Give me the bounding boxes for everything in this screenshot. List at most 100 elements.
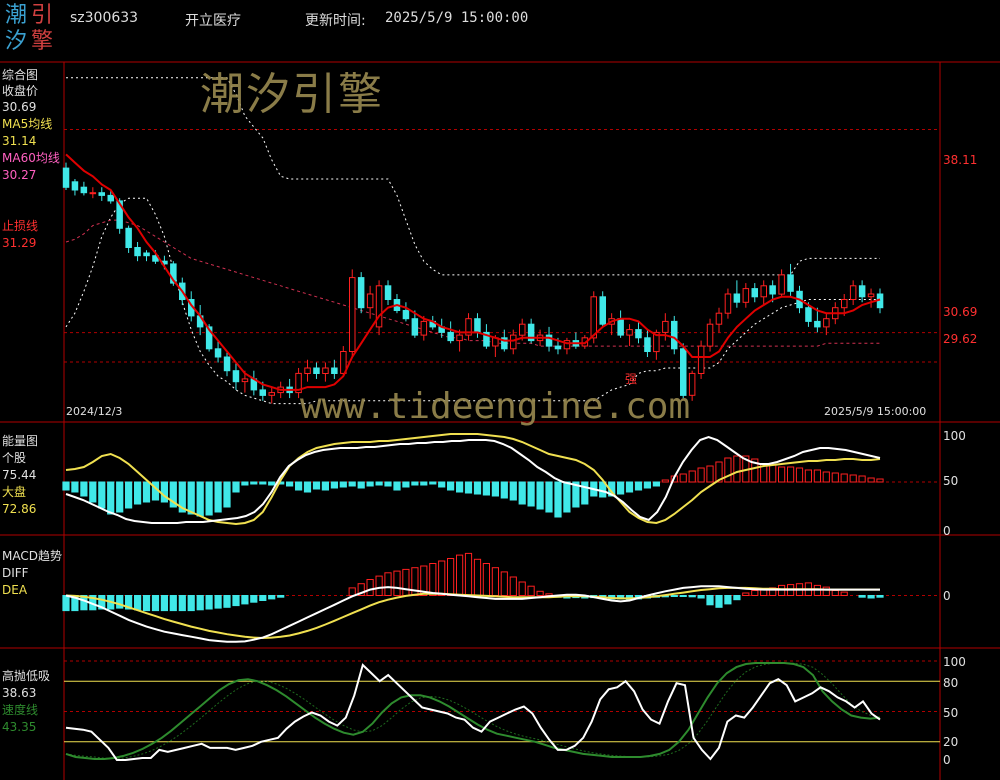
energy-bar	[509, 481, 517, 501]
energy-bar	[125, 481, 133, 509]
macd-bar	[241, 595, 249, 605]
candle-body	[805, 307, 812, 322]
energy-bar	[62, 481, 70, 491]
candle-body	[62, 167, 70, 188]
candle-body	[98, 192, 105, 196]
macd-bar	[160, 595, 169, 612]
macd-bar	[393, 570, 401, 596]
logo-char: 引	[31, 3, 54, 28]
candle-body	[232, 370, 240, 383]
speed-value: 43.35	[2, 720, 37, 734]
candle-body	[107, 194, 114, 202]
energy-bar	[563, 481, 571, 513]
candle-body	[71, 181, 79, 191]
osc-tick: 100	[943, 655, 966, 669]
candle-body	[715, 312, 723, 325]
energy-bar	[625, 481, 634, 493]
candle-body	[545, 334, 553, 347]
energy-bar	[473, 481, 482, 495]
macd-bar	[62, 595, 70, 612]
candle-body	[456, 334, 463, 342]
stock-name: 开立医疗	[185, 13, 241, 29]
candle-body	[858, 285, 866, 298]
energy-bar	[196, 481, 204, 517]
energy-bar	[348, 481, 356, 487]
energy-tick: 0	[943, 524, 951, 538]
close-price-value: 30.69	[2, 100, 37, 114]
osc-panel-title: 高抛低吸	[2, 669, 51, 683]
candle-body	[590, 296, 597, 339]
candle-body	[814, 320, 821, 328]
macd-panel-title: MACD趋势	[2, 549, 62, 563]
candle-body	[349, 277, 356, 353]
stop-loss-value: 31.29	[2, 236, 37, 250]
energy-bar	[80, 481, 88, 497]
candle-body	[519, 323, 526, 336]
energy-panel	[62, 433, 940, 526]
energy-bar	[679, 473, 687, 483]
energy-bar	[795, 467, 804, 483]
energy-bar	[232, 481, 240, 493]
macd-bar	[223, 595, 231, 608]
energy-bar	[107, 481, 115, 515]
macd-bar	[482, 563, 490, 596]
candle-body	[447, 331, 454, 342]
energy-bar	[223, 481, 231, 508]
candle-body	[259, 389, 266, 396]
macd-bar	[500, 571, 508, 597]
macd-bar	[688, 595, 696, 598]
macd-bar	[697, 595, 705, 599]
energy-bar	[160, 481, 169, 503]
candle-body	[644, 337, 651, 352]
energy-panel-title: 能量图	[2, 434, 39, 448]
macd-bar	[858, 595, 866, 598]
candle-body	[751, 288, 758, 298]
candle-body	[304, 367, 311, 374]
candle-body	[688, 372, 696, 396]
macd-bar	[751, 590, 759, 596]
macd-bar	[822, 586, 830, 596]
candle-body	[420, 320, 428, 336]
energy-bar	[303, 481, 312, 493]
candle-body	[787, 274, 794, 292]
macd-bar	[447, 558, 455, 596]
macd-bar	[840, 591, 848, 596]
ma60-value: 30.27	[2, 168, 37, 182]
energy-bar	[330, 481, 338, 489]
stop-loss-label: 止损线	[2, 219, 39, 233]
candle-body	[554, 345, 562, 350]
osc-tick: 20	[943, 735, 959, 749]
price-tick: 29.62	[943, 332, 978, 346]
energy-bar	[295, 481, 303, 491]
macd-bar	[518, 581, 526, 596]
macd-bar	[456, 554, 464, 596]
energy-bar	[545, 481, 553, 513]
stock-chart-screen: { "header": { "logo_chars": ["潮", "引", "…	[0, 0, 1000, 780]
candle-body	[510, 334, 517, 350]
brand-watermark: 潮汐引擎	[200, 69, 384, 120]
macd-bar	[375, 575, 383, 596]
logo-char: 潮	[5, 3, 28, 28]
update-label: 更新时间:	[305, 13, 366, 29]
energy-bar	[205, 481, 213, 516]
strong-marker: 强	[625, 372, 638, 386]
macd-bar	[142, 595, 151, 612]
energy-bar	[134, 481, 142, 505]
price-panel-title: 综合图	[2, 68, 39, 82]
energy-bar	[500, 481, 508, 499]
macd-bar	[742, 592, 750, 596]
logo-char: 擎	[31, 29, 54, 54]
energy-bar	[312, 481, 321, 490]
candle-body	[384, 285, 392, 300]
candle-body	[474, 318, 481, 333]
candle-body	[134, 247, 141, 257]
candle-body	[706, 323, 714, 347]
energy-bar	[652, 481, 660, 487]
ma60-line	[65, 219, 880, 347]
energy-bar	[482, 481, 490, 496]
candle-body	[617, 318, 624, 336]
energy-bar	[402, 481, 410, 488]
energy-bar	[858, 475, 866, 483]
candle-body	[599, 296, 606, 325]
macd-bar	[536, 590, 544, 596]
